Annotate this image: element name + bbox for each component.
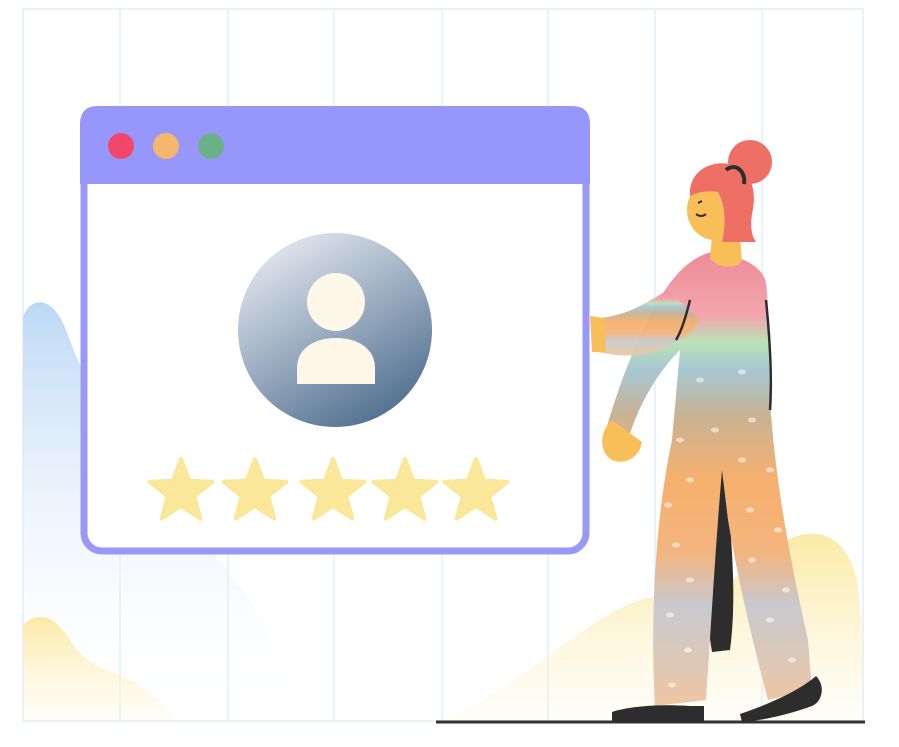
close-dot-icon — [108, 133, 134, 159]
person-hair-bun — [728, 140, 772, 184]
profile-window — [80, 106, 590, 555]
user-avatar — [238, 233, 432, 427]
maximize-dot-icon — [198, 133, 224, 159]
minimize-dot-icon — [153, 133, 179, 159]
review-illustration — [22, 8, 865, 724]
person-hand-window — [590, 316, 606, 352]
